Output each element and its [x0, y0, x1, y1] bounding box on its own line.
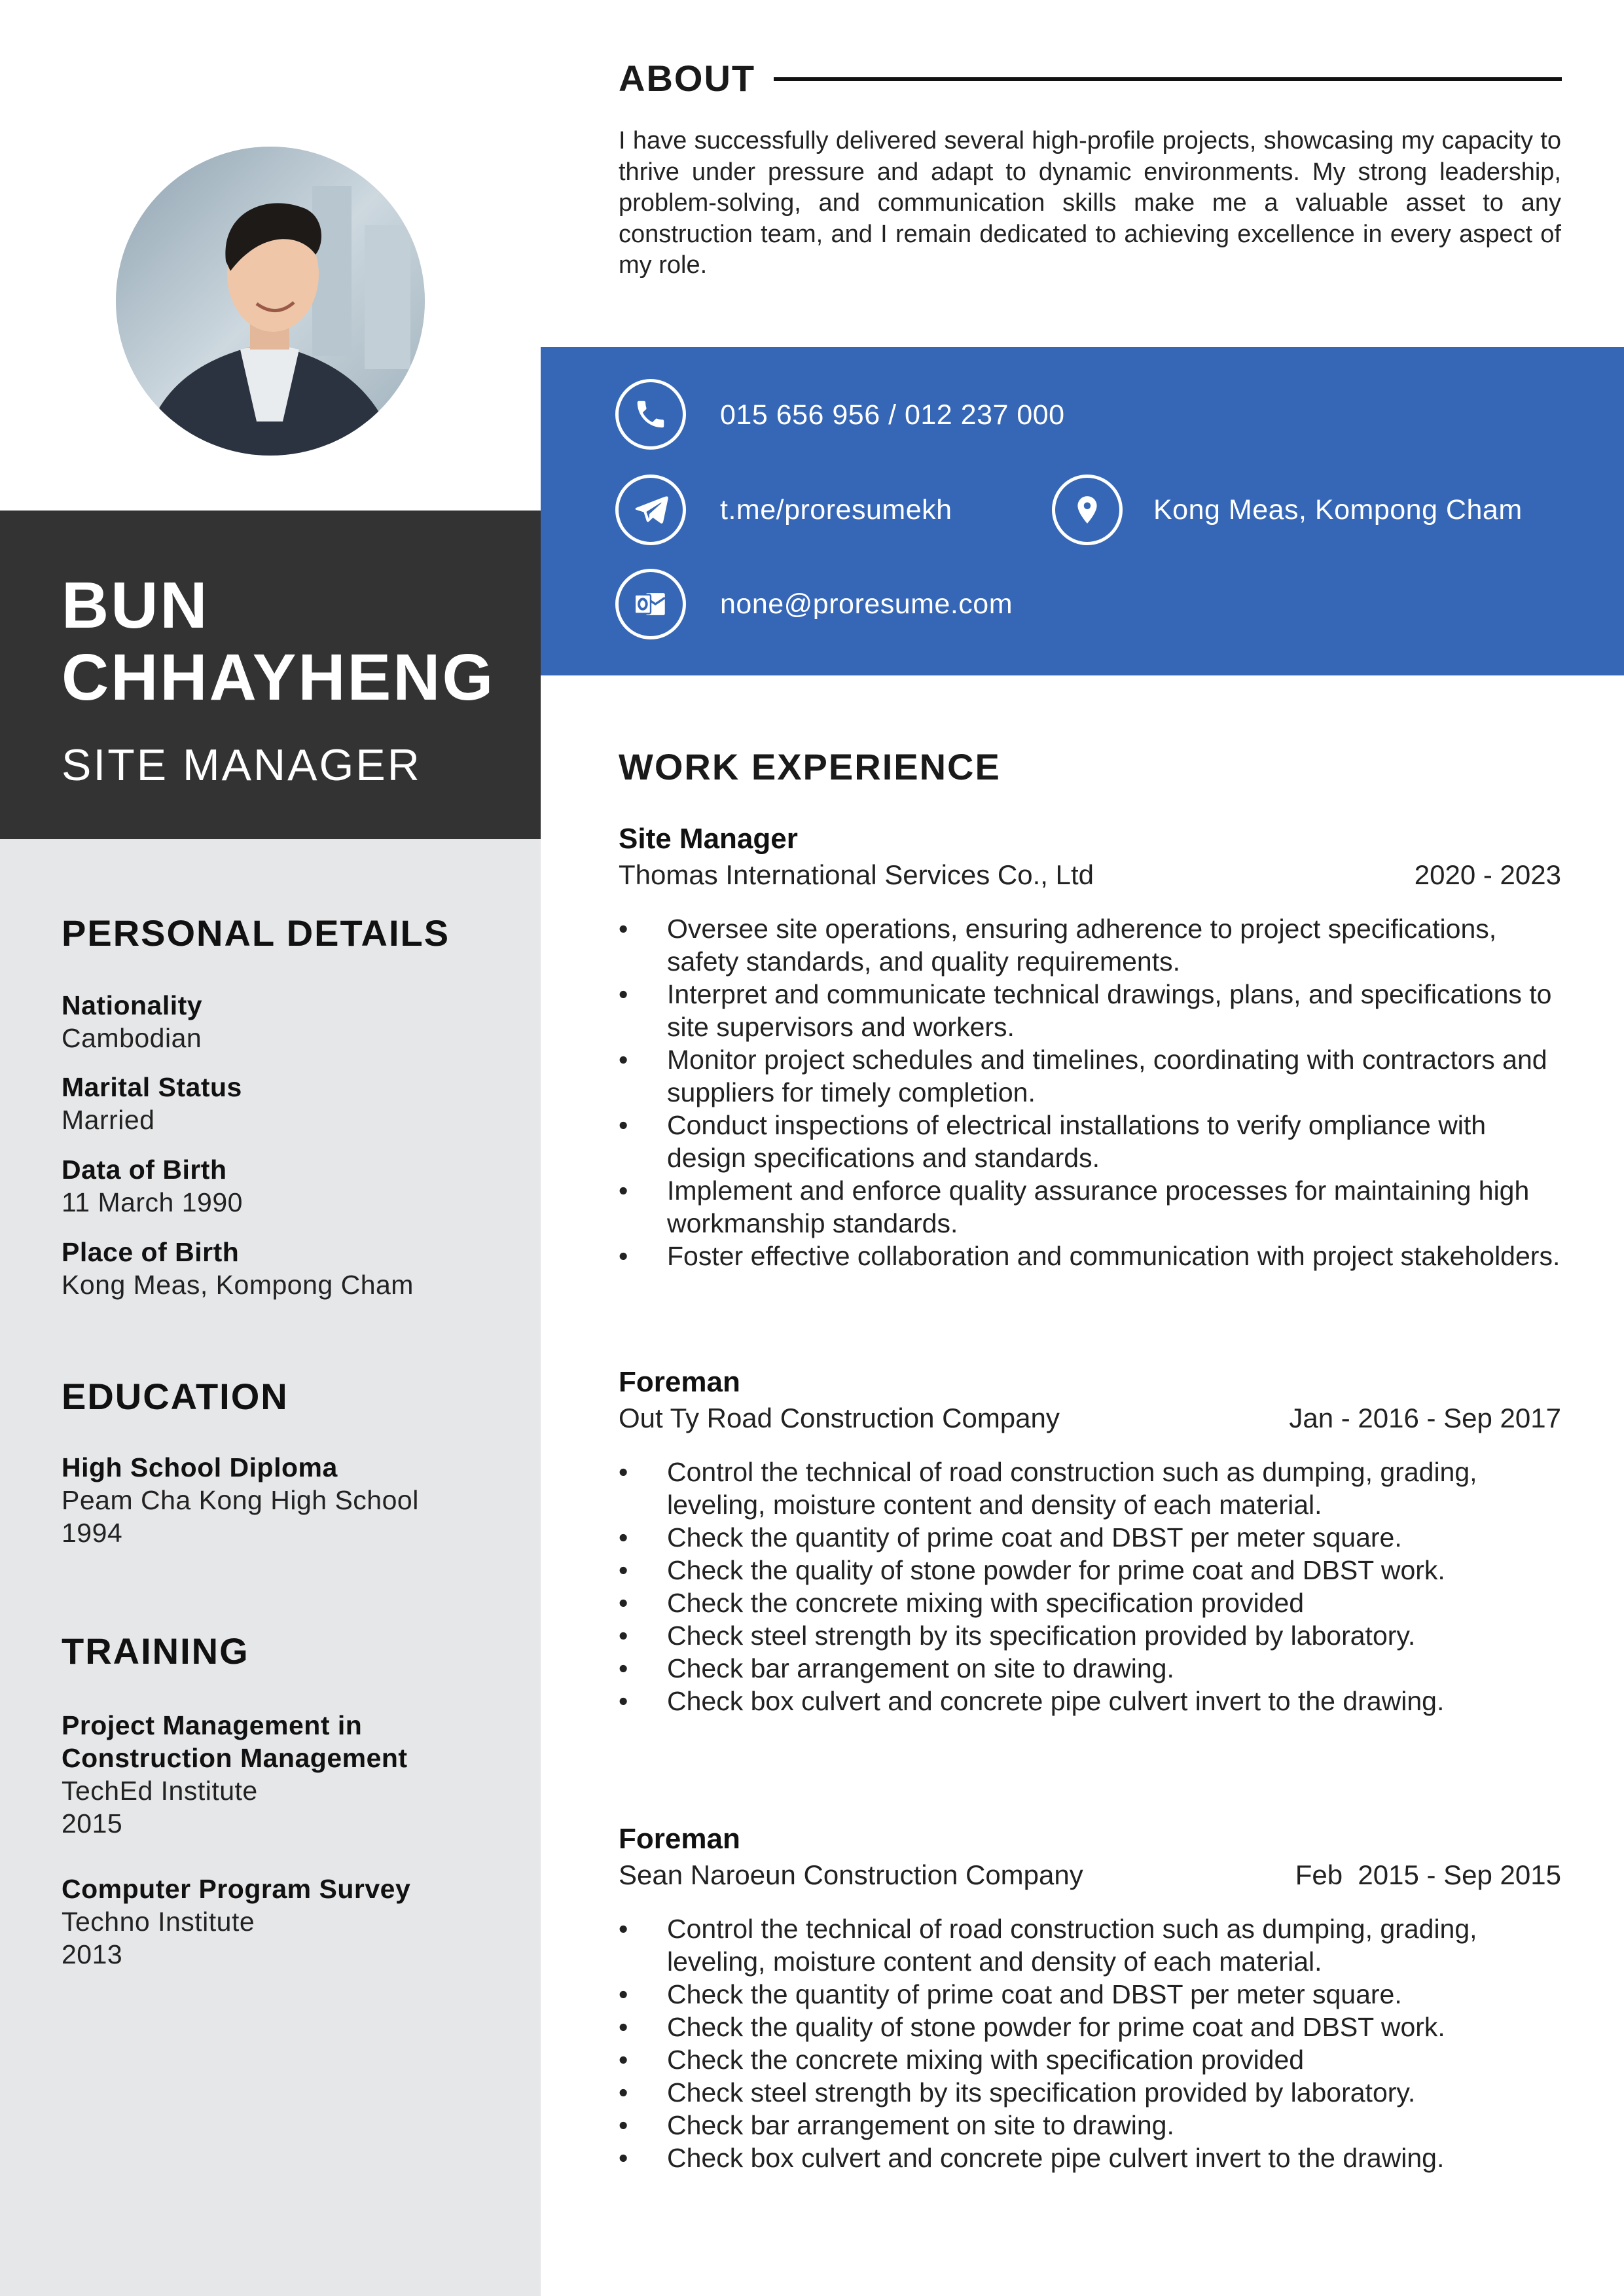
contact-band: 015 656 956 / 012 237 000 t.me/proresume…	[541, 347, 1624, 675]
training-year: 2015	[62, 1808, 123, 1839]
about-divider	[774, 77, 1562, 81]
personal-label: Data of Birth	[62, 1155, 227, 1185]
education-degree: High School Diploma	[62, 1452, 338, 1482]
duty-list: Oversee site operations, ensuring adhere…	[619, 912, 1561, 1272]
job-meta: Sean Naroeun Construction Company Feb 20…	[619, 1861, 1561, 1898]
job-title: SITE MANAGER	[62, 740, 422, 790]
duty-item: Interpret and communicate technical draw…	[619, 978, 1561, 1043]
job-company: Sean Naroeun Construction Company	[619, 1859, 1083, 1890]
location-pin-icon	[1052, 475, 1123, 545]
last-name: CHHAYHENG	[62, 641, 496, 714]
training-heading: TRAINING	[62, 1630, 249, 1672]
job-dates: Feb 2015 - Sep 2015	[1295, 1859, 1561, 1890]
job-meta: Thomas International Services Co., Ltd 2…	[619, 861, 1561, 898]
education-school: Peam Cha Kong High School	[62, 1485, 419, 1515]
personal-value: 11 March 1990	[62, 1187, 243, 1217]
duty-item: Check steel strength by its specificatio…	[619, 1619, 1561, 1652]
job-position: Foreman	[619, 1366, 740, 1398]
profile-photo	[116, 147, 425, 456]
sidebar-background	[0, 838, 541, 2296]
personal-value: Kong Meas, Kompong Cham	[62, 1270, 414, 1300]
duty-item: Check the quality of stone powder for pr…	[619, 1554, 1561, 1587]
duty-item: Foster effective collaboration and commu…	[619, 1240, 1561, 1272]
telegram-link[interactable]: t.me/proresumekh	[720, 496, 952, 524]
duty-item: Control the technical of road constructi…	[619, 1456, 1561, 1521]
job-meta: Out Ty Road Construction Company Jan - 2…	[619, 1405, 1561, 1441]
duty-item: Check steel strength by its specificatio…	[619, 2076, 1561, 2109]
personal-label: Place of Birth	[62, 1237, 240, 1267]
duty-item: Check bar arrangement on site to drawing…	[619, 2109, 1561, 2142]
duty-item: Check the quantity of prime coat and DBS…	[619, 1521, 1561, 1554]
job-dates: 2020 - 2023	[1414, 859, 1561, 890]
job-entry: Site Manager Thomas International Servic…	[619, 823, 1561, 1273]
duty-item: Control the technical of road constructi…	[619, 1912, 1561, 1978]
job-entry: Foreman Sean Naroeun Construction Compan…	[619, 1823, 1561, 2175]
education-heading: EDUCATION	[62, 1376, 289, 1417]
duty-item: Check the concrete mixing with specifica…	[619, 1587, 1561, 1619]
about-text: I have successfully delivered several hi…	[619, 127, 1561, 279]
name-block: BUN CHHAYHENG SITE MANAGER	[0, 511, 541, 839]
duty-item: Implement and enforce quality assurance …	[619, 1174, 1561, 1240]
personal-label: Marital Status	[62, 1072, 242, 1102]
phone-icon	[615, 379, 686, 450]
training-title: Computer Program Survey	[62, 1874, 411, 1904]
duty-item: Check box culvert and concrete pipe culv…	[619, 1685, 1561, 1717]
training-year: 2013	[62, 1939, 123, 1969]
job-company: Out Ty Road Construction Company	[619, 1403, 1060, 1433]
duty-list: Control the technical of road constructi…	[619, 1912, 1561, 2174]
personal-details-heading: PERSONAL DETAILS	[62, 912, 450, 954]
duty-item: Oversee site operations, ensuring adhere…	[619, 912, 1561, 978]
about-heading: ABOUT	[619, 58, 756, 99]
duty-item: Check the quality of stone powder for pr…	[619, 2011, 1561, 2043]
telegram-icon	[615, 475, 686, 545]
work-experience-heading: WORK EXPERIENCE	[619, 746, 1001, 787]
duty-list: Control the technical of road constructi…	[619, 1456, 1561, 1717]
job-company: Thomas International Services Co., Ltd	[619, 859, 1094, 890]
phone-number[interactable]: 015 656 956 / 012 237 000	[720, 401, 1065, 429]
email-address[interactable]: none@proresume.com	[720, 590, 1013, 619]
personal-label: Nationality	[62, 990, 203, 1020]
training-title: Project Management in	[62, 1710, 363, 1740]
outlook-icon	[615, 569, 686, 639]
duty-item: Check the concrete mixing with specifica…	[619, 2043, 1561, 2076]
duty-item: Conduct inspections of electrical instal…	[619, 1109, 1561, 1174]
location-text: Kong Meas, Kompong Cham	[1153, 494, 1523, 526]
duty-item: Check box culvert and concrete pipe culv…	[619, 2142, 1561, 2174]
education-year: 1994	[62, 1518, 123, 1548]
job-position: Site Manager	[619, 823, 798, 855]
training-institute: TechEd Institute	[62, 1776, 258, 1806]
first-name: BUN	[62, 569, 209, 642]
personal-value: Married	[62, 1105, 155, 1135]
training-title: Construction Management	[62, 1743, 408, 1773]
training-institute: Techno Institute	[62, 1907, 255, 1937]
job-entry: Foreman Out Ty Road Construction Company…	[619, 1366, 1561, 1718]
personal-value: Cambodian	[62, 1023, 202, 1053]
job-dates: Jan - 2016 - Sep 2017	[1289, 1403, 1561, 1433]
job-position: Foreman	[619, 1823, 740, 1855]
duty-item: Check the quantity of prime coat and DBS…	[619, 1978, 1561, 2011]
duty-item: Monitor project schedules and timelines,…	[619, 1043, 1561, 1109]
duty-item: Check bar arrangement on site to drawing…	[619, 1652, 1561, 1685]
